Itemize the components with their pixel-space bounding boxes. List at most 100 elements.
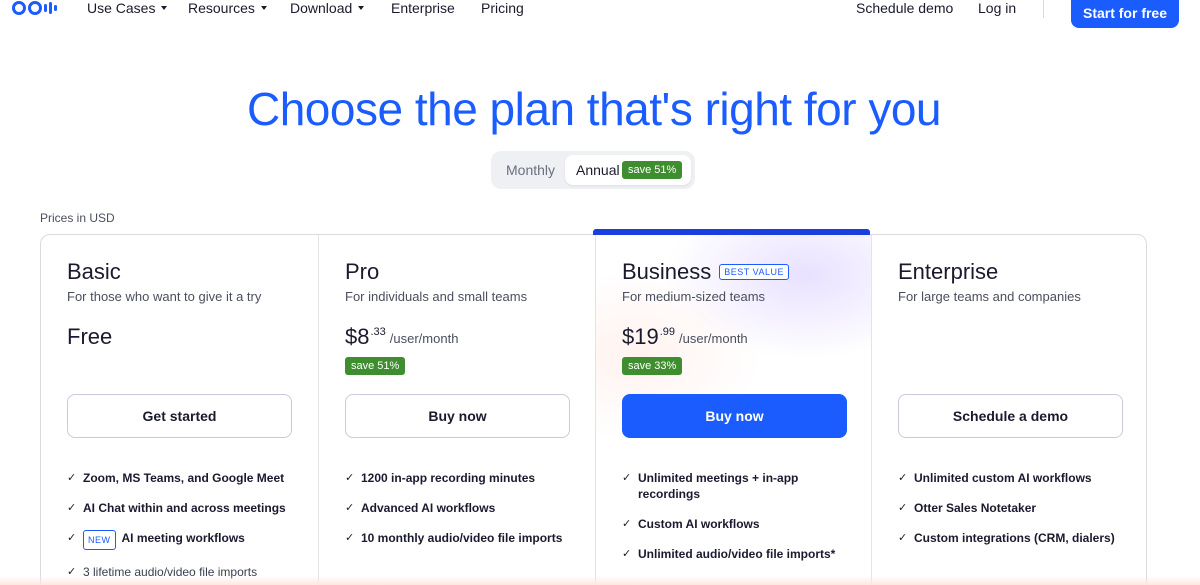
- schedule-demo-link[interactable]: Schedule demo: [856, 0, 953, 16]
- plan-name-text: Enterprise: [898, 259, 999, 284]
- chevron-down-icon: [260, 6, 267, 10]
- plan-cards: Basic For those who want to give it a tr…: [40, 234, 1147, 585]
- price-unit: /user/month: [679, 331, 748, 346]
- nav-label: Resources: [188, 0, 255, 16]
- check-icon: ✓: [67, 472, 77, 484]
- check-icon: ✓: [898, 472, 908, 484]
- page-title: Choose the plan that's right for you: [247, 83, 942, 135]
- price-main: $19: [622, 324, 659, 349]
- top-nav: Use Cases Resources Download Enterprise …: [0, 0, 1200, 30]
- feature-text: AI Chat within and across meetings: [83, 501, 286, 515]
- nav-label: Pricing: [481, 0, 524, 16]
- start-for-free-label: Start for free: [1082, 5, 1168, 21]
- plan-card-business: Business BEST VALUE For medium-sized tea…: [595, 235, 871, 585]
- new-badge: NEW: [83, 530, 116, 550]
- feature-text: Custom integrations (CRM, dialers): [914, 531, 1115, 545]
- save-badge: save 51%: [345, 357, 406, 375]
- feature-item: ✓ Otter Sales Notetaker: [898, 500, 1133, 516]
- plan-description: For medium-sized teams: [622, 289, 766, 304]
- feature-text: AI meeting workflows: [121, 531, 245, 545]
- feature-list: ✓ Zoom, MS Teams, and Google Meet ✓ AI C…: [67, 470, 302, 585]
- plan-name-text: Business: [622, 259, 712, 284]
- annual-save-badge: save 51%: [622, 161, 683, 179]
- price-unit: /user/month: [389, 331, 459, 346]
- feature-text: Advanced AI workflows: [361, 501, 496, 515]
- buy-now-button[interactable]: Buy now: [345, 394, 570, 438]
- check-icon: ✓: [898, 532, 908, 544]
- prices-currency-note: Prices in USD: [40, 211, 115, 225]
- save-badge: save 33%: [622, 357, 683, 375]
- schedule-demo-label: Schedule demo: [856, 0, 954, 16]
- plan-price: Free: [67, 324, 113, 349]
- start-for-free-button[interactable]: Start for free: [1071, 0, 1179, 28]
- check-icon: ✓: [622, 472, 632, 484]
- get-started-button[interactable]: Get started: [67, 394, 292, 438]
- check-icon: ✓: [622, 548, 632, 560]
- feature-list: ✓ Unlimited meetings + in-app recordings…: [622, 470, 857, 576]
- feature-list: ✓ Unlimited custom AI workflows ✓ Otter …: [898, 470, 1133, 560]
- toggle-monthly[interactable]: Monthly: [506, 162, 555, 178]
- feature-item: ✓ Unlimited custom AI workflows: [898, 470, 1133, 486]
- log-in-link[interactable]: Log in: [978, 0, 1016, 16]
- nav-download[interactable]: Download: [290, 0, 365, 16]
- plan-name: Enterprise: [898, 259, 998, 285]
- logo-ring-icon: [28, 1, 42, 15]
- check-icon: ✓: [622, 518, 632, 530]
- toggle-annual[interactable]: Annual save 51%: [565, 155, 691, 185]
- feature-item: ✓ 1200 in-app recording minutes: [345, 470, 580, 486]
- feature-item: ✓ Unlimited meetings + in-app recordings: [622, 470, 857, 502]
- feature-item: ✓ Unlimited audio/video file imports*: [622, 546, 857, 562]
- feature-text: 1200 in-app recording minutes: [361, 471, 536, 485]
- plan-description: For large teams and companies: [898, 289, 1081, 304]
- feature-item: ✓ Advanced AI workflows: [345, 500, 580, 516]
- nav-label: Enterprise: [391, 0, 455, 16]
- plan-name: Basic: [67, 259, 121, 285]
- bottom-fade: [0, 576, 1200, 585]
- logo-bar-icon: [54, 5, 57, 11]
- check-icon: ✓: [345, 502, 355, 514]
- nav-enterprise[interactable]: Enterprise: [391, 0, 455, 16]
- feature-item: ✓ Custom AI workflows: [622, 516, 857, 532]
- logo-bar-icon: [44, 4, 47, 12]
- chevron-down-icon: [358, 6, 365, 10]
- schedule-a-demo-button[interactable]: Schedule a demo: [898, 394, 1123, 438]
- feature-item: ✓ 10 monthly audio/video file imports: [345, 530, 580, 546]
- plan-price: $19 .99 /user/month: [622, 324, 748, 350]
- feature-text: Custom AI workflows: [638, 517, 760, 531]
- check-icon: ✓: [67, 502, 77, 514]
- feature-item: ✓ Zoom, MS Teams, and Google Meet: [67, 470, 302, 486]
- check-icon: ✓: [345, 472, 355, 484]
- price-main: $8: [345, 324, 370, 349]
- nav-label: Use Cases: [87, 0, 156, 16]
- check-icon: ✓: [898, 502, 908, 514]
- business-highlight-bar: [593, 229, 870, 235]
- billing-toggle: Monthly Annual save 51%: [491, 151, 695, 189]
- otter-logo[interactable]: [12, 0, 57, 16]
- nav-divider: [1043, 0, 1044, 18]
- best-value-badge: BEST VALUE: [719, 264, 789, 280]
- logo-bar-icon: [49, 2, 52, 14]
- check-icon: ✓: [67, 532, 77, 544]
- toggle-annual-label: Annual: [576, 162, 620, 178]
- feature-item: ✓ AI Chat within and across meetings: [67, 500, 302, 516]
- nav-use-cases[interactable]: Use Cases: [87, 0, 168, 16]
- feature-text: Otter Sales Notetaker: [914, 501, 1037, 515]
- plan-description: For those who want to give it a try: [67, 289, 262, 304]
- check-icon: ✓: [345, 532, 355, 544]
- plan-name: Pro: [345, 259, 379, 285]
- nav-resources[interactable]: Resources: [188, 0, 267, 16]
- plan-name-text: Basic: [67, 259, 121, 284]
- plan-name: Business BEST VALUE: [622, 259, 789, 285]
- price-cents: .33: [370, 326, 386, 338]
- plan-name-text: Pro: [345, 259, 380, 284]
- feature-text: 10 monthly audio/video file imports: [361, 531, 563, 545]
- plan-card-enterprise: Enterprise For large teams and companies…: [871, 235, 1146, 585]
- feature-text: Unlimited custom AI workflows: [914, 471, 1092, 485]
- plan-price: $8 .33 /user/month: [345, 324, 458, 350]
- chevron-down-icon: [161, 6, 168, 10]
- nav-pricing[interactable]: Pricing: [481, 0, 524, 16]
- logo-ring-icon: [12, 1, 26, 15]
- buy-now-button[interactable]: Buy now: [622, 394, 847, 438]
- feature-text: Unlimited meetings + in-app recordings: [638, 471, 799, 501]
- plan-description: For individuals and small teams: [345, 289, 528, 304]
